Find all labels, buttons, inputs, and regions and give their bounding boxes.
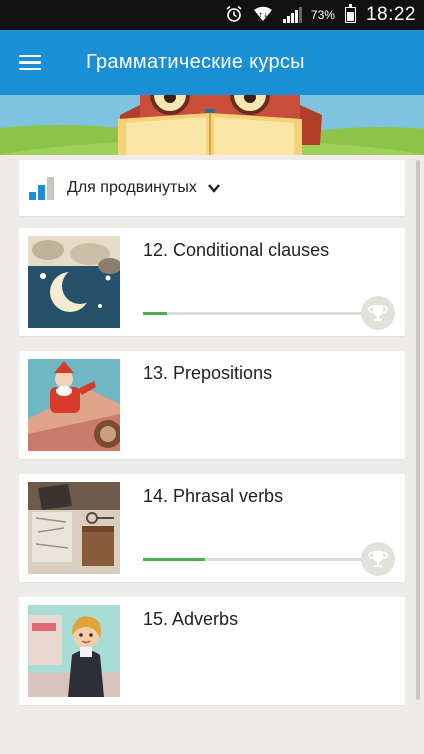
level-label: Для продвинутых — [67, 179, 197, 196]
course-thumbnail-santa — [28, 359, 120, 451]
course-thumbnail-workshop — [28, 482, 120, 574]
progress-bar — [143, 558, 365, 561]
wifi-icon: ↑↓ — [253, 5, 273, 26]
level-bars-icon — [29, 176, 57, 200]
hamburger-menu-icon[interactable] — [0, 30, 60, 95]
course-thumbnail-moon — [28, 236, 120, 328]
course-list: Для продвинутых 12. Conditional clauses — [19, 160, 405, 705]
status-time: 18:22 — [365, 4, 416, 25]
app-bar: Грамматические курсы — [0, 30, 424, 95]
course-title: 12. Conditional clauses — [143, 240, 330, 260]
course-card-conditional-clauses[interactable]: 12. Conditional clauses — [19, 228, 405, 336]
course-card-adverbs[interactable]: 15. Adverbs — [19, 597, 405, 705]
svg-text:↑↓: ↑↓ — [258, 12, 268, 19]
progress-fill — [143, 312, 168, 315]
course-title: 15. Adverbs — [143, 609, 239, 629]
battery-icon — [344, 4, 356, 23]
scrollbar[interactable] — [416, 160, 420, 700]
course-title: 14. Phrasal verbs — [143, 486, 284, 506]
course-card-prepositions[interactable]: 13. Prepositions — [19, 351, 405, 459]
trophy-icon — [361, 296, 395, 330]
owl-banner-image — [0, 95, 424, 155]
battery-percent: 73% — [310, 8, 335, 22]
course-card-phrasal-verbs[interactable]: 14. Phrasal verbs — [19, 474, 405, 582]
course-title: 13. Prepositions — [143, 363, 273, 383]
trophy-icon — [361, 542, 395, 576]
course-thumbnail-woman — [28, 605, 120, 697]
chevron-down-icon — [207, 184, 220, 193]
signal-icon — [282, 7, 302, 23]
status-bar: ↑↓ 73% 18:22 — [0, 0, 424, 30]
alarm-icon — [225, 5, 243, 26]
progress-fill — [143, 558, 206, 561]
progress-bar — [143, 312, 365, 315]
level-dropdown[interactable]: Для продвинутых — [19, 160, 405, 216]
page-title: Грамматические курсы — [86, 51, 305, 73]
